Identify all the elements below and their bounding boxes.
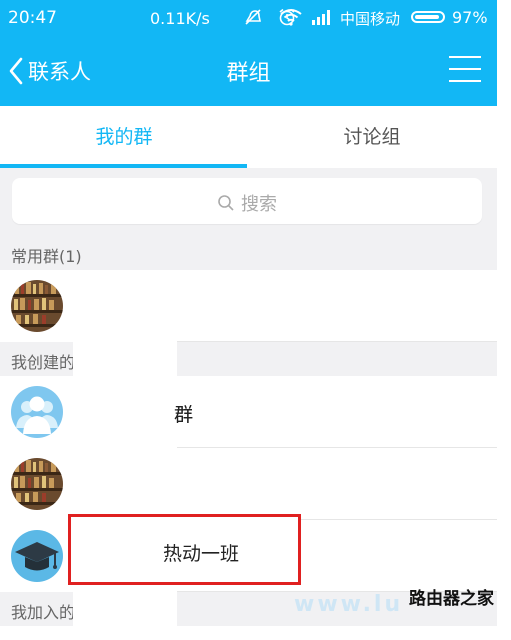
tab-bar: 我的群 讨论组	[0, 106, 497, 168]
nav-bar: 联系人 群组	[0, 36, 497, 106]
battery-percent: 97%	[452, 8, 488, 27]
carrier-name: 中国移动	[340, 10, 401, 28]
menu-icon[interactable]	[449, 56, 481, 82]
search-placeholder: 搜索	[241, 194, 277, 215]
section-label: 我加入的	[11, 603, 76, 622]
group-avatar-graduation-cap	[11, 530, 63, 582]
search-icon	[218, 195, 234, 211]
right-edge	[497, 0, 511, 625]
search-area: 搜索	[0, 168, 497, 236]
signal-icon	[312, 10, 330, 25]
battery-icon	[411, 11, 445, 23]
search-input[interactable]: 搜索	[12, 178, 482, 224]
wifi-icon	[280, 9, 302, 26]
status-time: 20:47	[8, 8, 57, 28]
page-title: 群组	[226, 61, 271, 86]
watermark-text: 路由器之家	[409, 589, 494, 609]
group-avatar-bookshelf	[11, 458, 63, 510]
popup-overlay	[73, 340, 177, 640]
group-avatar-people	[11, 386, 63, 438]
group-avatar-bookshelf	[11, 280, 63, 332]
network-speed: 0.11K/s	[150, 9, 210, 28]
group-name: 热动一班	[163, 543, 240, 565]
section-label: 常用群(1)	[11, 247, 82, 266]
tab-my-groups[interactable]: 我的群	[0, 106, 248, 168]
app-header: 20:47 0.11K/s 中国移动 97% 联系人 群组	[0, 0, 497, 106]
status-bar: 20:47 0.11K/s 中国移动 97%	[0, 0, 497, 36]
section-header-frequent: 常用群(1)	[0, 236, 497, 270]
group-name-visible: 群	[174, 404, 194, 426]
section-label: 我创建的	[11, 353, 76, 372]
watermark: www.lu 路由器之家	[292, 582, 511, 625]
highlighted-group[interactable]: 热动一班	[68, 514, 301, 585]
mute-icon	[245, 9, 261, 25]
group-row[interactable]	[0, 270, 497, 342]
tab-discussion-groups[interactable]: 讨论组	[248, 106, 496, 168]
watermark-url: www.lu	[294, 592, 404, 617]
